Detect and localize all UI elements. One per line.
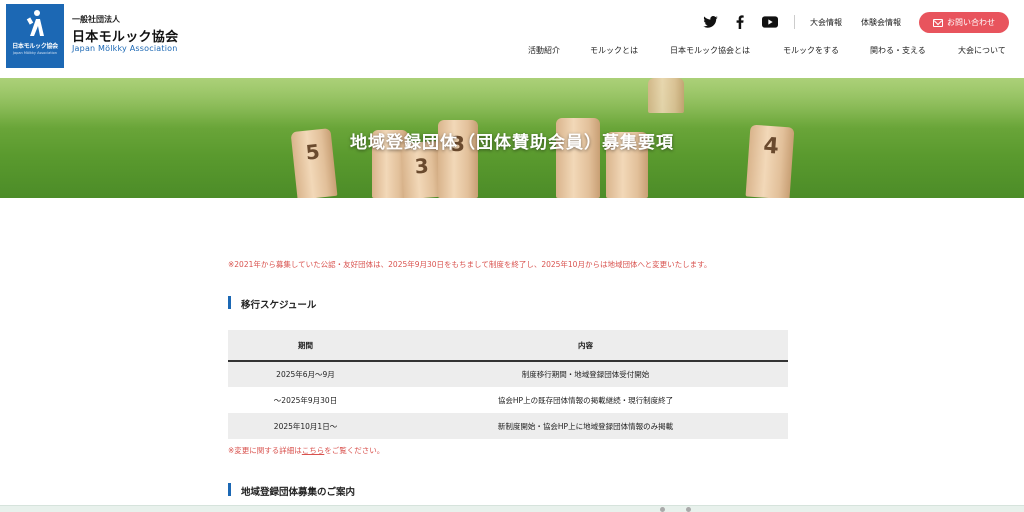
nav-activities[interactable]: 活動紹介 — [528, 45, 560, 56]
org-name-en: Japan Mölkky Association — [72, 44, 178, 53]
molkky-logo-icon — [26, 10, 44, 36]
nav-tournaments[interactable]: 大会について — [958, 45, 1006, 56]
mail-icon — [933, 18, 943, 27]
section-title-recruit: 地域登録団体募集のご案内 — [228, 483, 355, 498]
twitter-icon[interactable] — [701, 12, 719, 32]
logo-text-jp: 日本モルック協会 — [12, 43, 58, 50]
logo-text-en: Japan Mölkky Association — [12, 51, 58, 55]
table-cell: 2025年10月1日〜 — [228, 413, 383, 439]
nav-play-molkky[interactable]: モルックをする — [783, 45, 839, 56]
molkky-pin — [648, 78, 684, 113]
org-type: 一般社団法人 — [72, 15, 120, 24]
link-tournament-info[interactable]: 大会情報 — [810, 17, 842, 28]
contact-label: お問い合わせ — [947, 18, 995, 27]
table-row: 〜2025年9月30日 協会HP上の既存団体情報の掲載継続・現行制度終了 — [228, 387, 788, 413]
header-divider — [794, 15, 795, 29]
table-cell: 協会HP上の既存団体情報の掲載継続・現行制度終了 — [497, 395, 674, 405]
facebook-icon[interactable] — [733, 12, 747, 32]
table-cell: 2025年6月〜9月 — [228, 361, 383, 387]
table-cell: 新制度開始・協会HP上に地域登録団体情報のみ掲載 — [383, 413, 788, 439]
column-header-period: 期間 — [228, 330, 383, 362]
details-note: ※変更に関する詳細はこちらをご覧ください。 — [228, 446, 385, 455]
details-link[interactable]: こちら — [302, 446, 325, 455]
contact-button[interactable]: お問い合わせ — [919, 12, 1009, 33]
page-title: 地域登録団体（団体賛助会員）募集要項 — [350, 133, 674, 153]
table-header-row: 期間 内容 — [228, 330, 788, 362]
org-name[interactable]: 日本モルック協会 — [72, 26, 178, 45]
column-header-content: 内容 — [383, 330, 788, 362]
table-cell: 〜2025年9月30日 — [273, 395, 338, 405]
schedule-table: 期間 内容 2025年6月〜9月 制度移行期間・地域登録団体受付開始 〜2025… — [228, 330, 788, 439]
youtube-icon[interactable] — [761, 12, 779, 32]
notice-text: ※2021年から募集していた公認・友好団体は、2025年9月30日をもちまして制… — [228, 260, 712, 269]
table-row: 2025年10月1日〜 新制度開始・協会HP上に地域登録団体情報のみ掲載 — [228, 413, 788, 439]
bottom-bar — [0, 505, 1024, 512]
link-trial-info[interactable]: 体験会情報 — [861, 17, 901, 28]
nav-about-association[interactable]: 日本モルック協会とは — [670, 45, 750, 56]
table-cell: 制度移行期間・地域登録団体受付開始 — [383, 361, 788, 387]
logo[interactable]: 日本モルック協会 Japan Mölkky Association — [6, 4, 64, 68]
site-header: 日本モルック協会 Japan Mölkky Association 一般社団法人… — [0, 0, 1024, 78]
table-row: 2025年6月〜9月 制度移行期間・地域登録団体受付開始 — [228, 361, 788, 387]
section-title-schedule: 移行スケジュール — [228, 296, 316, 311]
nav-about-molkky[interactable]: モルックとは — [590, 45, 638, 56]
nav-support[interactable]: 関わる・支える — [870, 45, 926, 56]
